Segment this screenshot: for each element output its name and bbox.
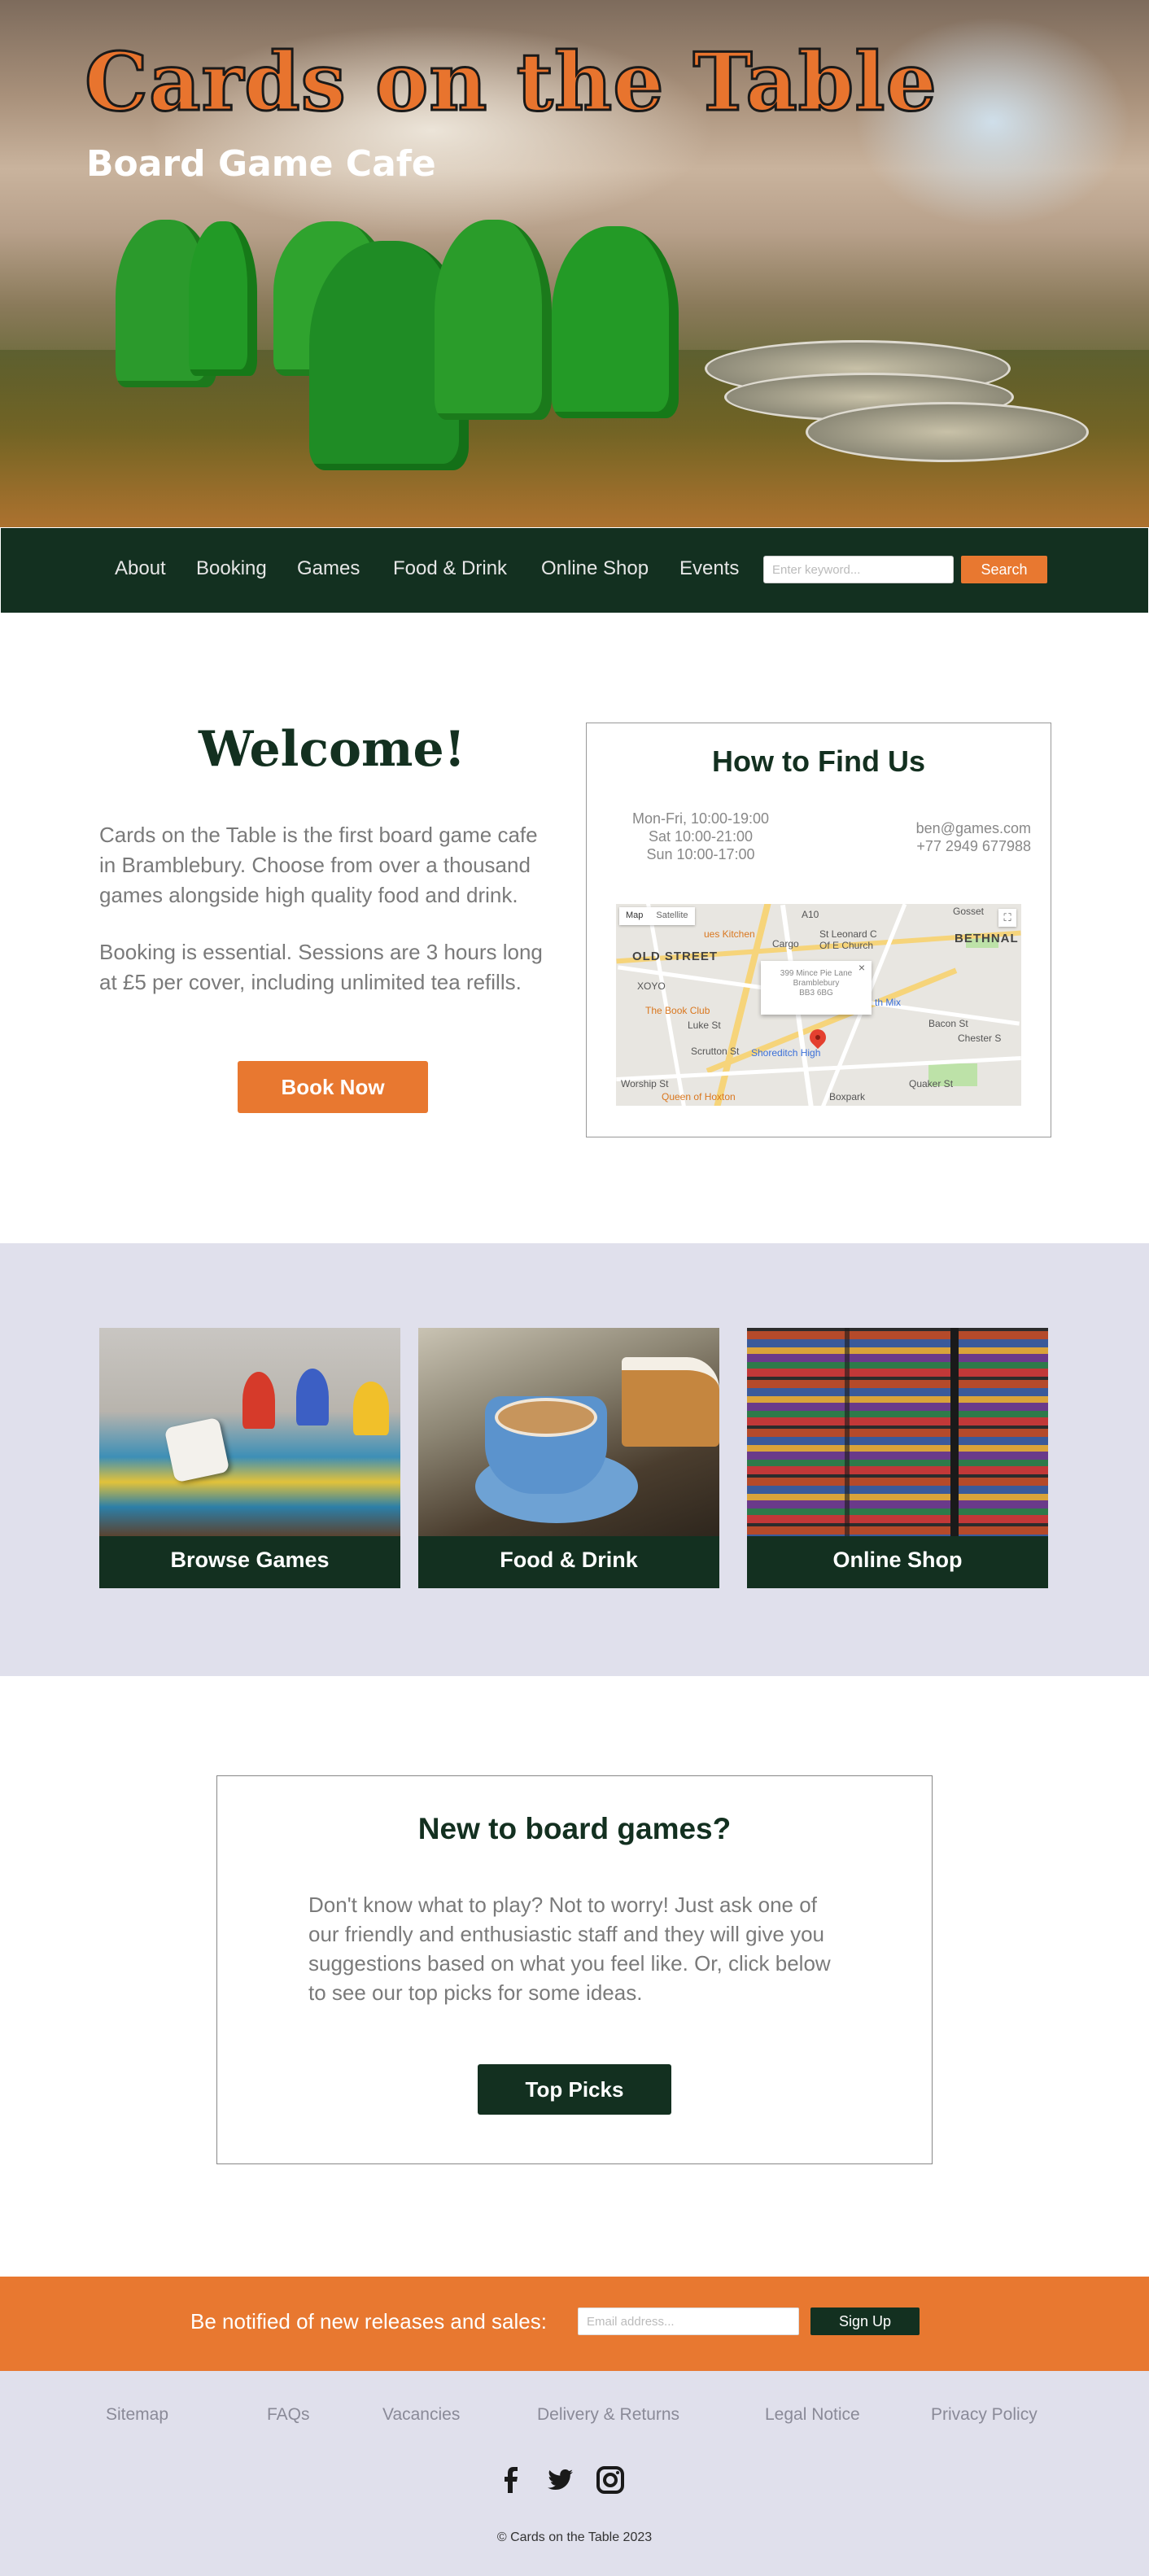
main-navigation: About Booking Games Food & Drink Online … — [0, 527, 1149, 613]
welcome-intro-text: Cards on the Table is the first board ga… — [99, 823, 538, 907]
contact-phone[interactable]: +77 2949 677988 — [844, 837, 1031, 855]
opening-hours: Mon-Fri, 10:00-19:00 Sat 10:00-21:00 Sun… — [619, 810, 782, 863]
nav-item-events[interactable]: Events — [679, 557, 739, 580]
email-input[interactable] — [578, 2307, 799, 2335]
welcome-heading: Welcome! — [198, 721, 465, 778]
map-label: St Leonard C — [819, 928, 877, 940]
map-label: Bacon St — [928, 1018, 968, 1029]
sign-up-button[interactable]: Sign Up — [810, 2307, 920, 2335]
hours-weekday: Mon-Fri, 10:00-19:00 — [631, 810, 770, 827]
instagram-icon[interactable] — [596, 2465, 625, 2495]
search-button[interactable]: Search — [961, 556, 1047, 583]
map-label: Cargo — [772, 938, 799, 950]
map-label: OLD STREET — [632, 950, 719, 963]
nav-item-games[interactable]: Games — [297, 557, 360, 580]
nav-item-booking[interactable]: Booking — [196, 557, 267, 580]
find-us-panel: How to Find Us Mon-Fri, 10:00-19:00 Sat … — [586, 723, 1051, 1137]
card-food-drink[interactable]: Food & Drink — [418, 1328, 719, 1588]
meeple-figure — [552, 226, 679, 418]
game-shelves-image — [747, 1328, 1048, 1536]
newsletter-bar: Be notified of new releases and sales: S… — [0, 2277, 1149, 2371]
map-label: Luke St — [688, 1019, 721, 1031]
map-type-map[interactable]: Map — [619, 907, 649, 925]
cake-slice-image — [622, 1357, 719, 1447]
new-to-games-panel: New to board games? Don't know what to p… — [216, 1775, 933, 2164]
map-label: Of E Church — [819, 940, 874, 951]
shelf-divider — [950, 1328, 959, 1536]
top-picks-button[interactable]: Top Picks — [478, 2064, 671, 2115]
map-label: Boxpark — [829, 1091, 866, 1102]
copyright-text: © Cards on the Table 2023 — [496, 2530, 653, 2544]
feature-cards-section: Browse Games Food & Drink Online Shop — [0, 1243, 1149, 1676]
map-label: XOYO — [637, 980, 666, 992]
close-icon[interactable]: × — [858, 962, 865, 973]
blue-goose-piece — [296, 1369, 329, 1426]
hours-sunday: Sun 10:00-17:00 — [646, 846, 755, 862]
map-type-satellite[interactable]: Satellite — [649, 907, 694, 925]
map-label: Shoreditch High — [751, 1047, 821, 1059]
map-label: A10 — [802, 909, 819, 920]
map-label: Chester S — [958, 1033, 1002, 1044]
nav-item-online-shop[interactable]: Online Shop — [541, 557, 649, 580]
location-map[interactable]: OLD STREET BETHNAL XOYO The Book Club Ca… — [616, 904, 1021, 1106]
book-now-button[interactable]: Book Now — [238, 1061, 428, 1113]
footer-link-faqs[interactable]: FAQs — [267, 2405, 310, 2425]
search-input[interactable] — [763, 556, 954, 583]
red-goose-piece — [242, 1372, 275, 1429]
meeple-figure — [435, 220, 552, 420]
new-to-games-text: Don't know what to play? Not to worry! J… — [308, 1893, 831, 2005]
fullscreen-icon[interactable]: ⛶ — [998, 909, 1016, 927]
card-label: Browse Games — [170, 1548, 330, 1572]
dice-image — [164, 1417, 230, 1483]
token-stack — [806, 402, 1089, 462]
hours-saturday: Sat 10:00-21:00 — [648, 828, 754, 845]
footer-link-legal-notice[interactable]: Legal Notice — [765, 2405, 860, 2425]
map-address-line: 399 Mince Pie Lane — [780, 969, 853, 978]
map-label: Worship St — [621, 1078, 669, 1089]
footer-link-vacancies[interactable]: Vacancies — [382, 2405, 460, 2425]
latte-art-image — [495, 1398, 597, 1437]
yellow-goose-piece — [353, 1382, 389, 1435]
newsletter-label: Be notified of new releases and sales: — [190, 2309, 547, 2334]
site-footer: Sitemap FAQs Vacancies Delivery & Return… — [0, 2371, 1149, 2576]
shelf-divider — [845, 1328, 850, 1536]
map-label: The Book Club — [645, 1005, 710, 1016]
contact-email[interactable]: ben@games.com — [844, 819, 1031, 837]
map-label: BETHNAL — [955, 932, 1019, 945]
find-us-heading: How to Find Us — [712, 744, 925, 778]
map-label: Queen of Hoxton — [662, 1091, 736, 1102]
map-info-window: × 399 Mince Pie Lane Bramblebury BB3 6BG — [761, 961, 872, 1015]
map-type-control: Map Satellite — [619, 907, 695, 925]
hero-banner: Cards on the Table Board Game Cafe — [0, 0, 1149, 527]
map-label: th Mix — [875, 997, 902, 1008]
card-browse-games[interactable]: Browse Games — [99, 1328, 400, 1588]
card-label: Online Shop — [832, 1548, 963, 1572]
board-game-pieces-image — [99, 1328, 400, 1536]
latte-and-cake-image — [418, 1328, 719, 1536]
map-label: Gosset — [953, 906, 985, 917]
site-title[interactable]: Cards on the Table — [84, 35, 938, 131]
site-subtitle: Board Game Cafe — [86, 143, 436, 185]
footer-link-sitemap[interactable]: Sitemap — [106, 2405, 168, 2425]
map-address-line: BB3 6BG — [799, 989, 833, 998]
card-online-shop[interactable]: Online Shop — [747, 1328, 1048, 1588]
contact-details: ben@games.com +77 2949 677988 — [844, 819, 1031, 855]
footer-link-privacy-policy[interactable]: Privacy Policy — [931, 2405, 1038, 2425]
map-label: Scrutton St — [691, 1046, 740, 1057]
new-to-games-heading: New to board games? — [417, 1812, 732, 1845]
nav-item-food-drink[interactable]: Food & Drink — [393, 557, 507, 580]
footer-link-delivery-returns[interactable]: Delivery & Returns — [537, 2405, 679, 2425]
map-address-line: Bramblebury — [793, 979, 840, 988]
map-label: ues Kitchen — [704, 928, 755, 940]
nav-item-about[interactable]: About — [115, 557, 166, 580]
map-label: Quaker St — [909, 1078, 954, 1089]
card-label: Food & Drink — [500, 1548, 638, 1572]
facebook-icon[interactable] — [496, 2465, 526, 2495]
twitter-icon[interactable] — [545, 2465, 574, 2495]
welcome-booking-text: Booking is essential. Sessions are 3 hou… — [99, 940, 543, 994]
meeple-figure — [189, 221, 257, 376]
